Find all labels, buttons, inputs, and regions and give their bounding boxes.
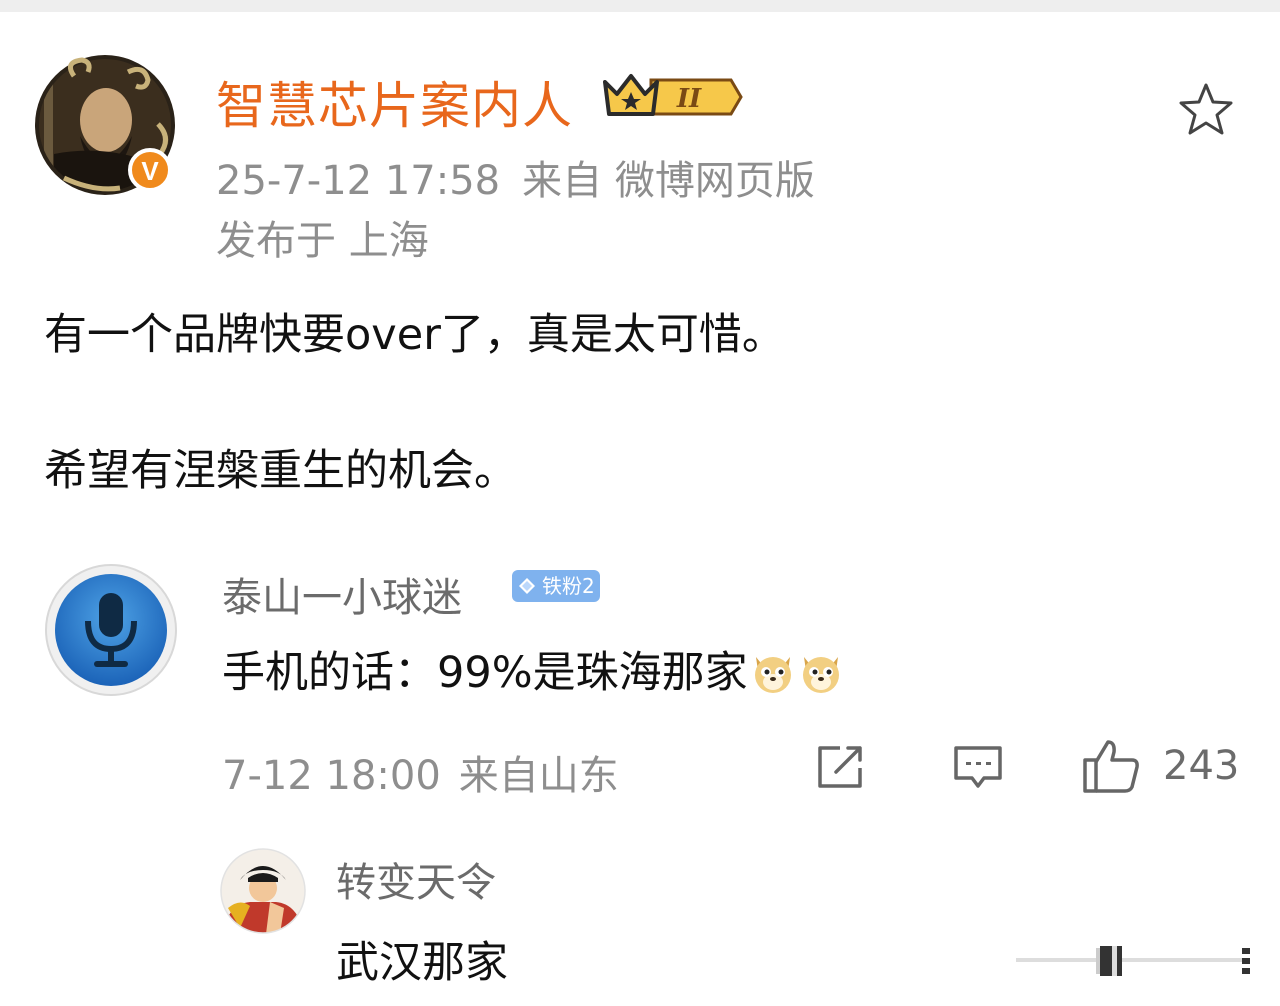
comment-meta: 7-12 18:00 来自山东	[222, 743, 619, 801]
svg-text:II: II	[676, 84, 702, 114]
post-source[interactable]: 来自 微博网页版	[522, 158, 815, 204]
verified-mark: V	[141, 156, 159, 186]
like-count: 243	[1163, 743, 1240, 789]
author-avatar[interactable]: V	[34, 54, 176, 196]
author-name[interactable]: 智慧芯片案内人	[216, 66, 573, 138]
thumbs-up-icon[interactable]	[1082, 738, 1140, 794]
commenter-name[interactable]: 泰山一小球迷	[222, 565, 462, 623]
share-icon[interactable]	[816, 744, 866, 790]
post-meta: 25-7-12 17:58 来自 微博网页版	[216, 148, 815, 206]
post-location: 发布于 上海	[216, 218, 429, 264]
comment-time: 7-12 18:00	[222, 753, 441, 799]
replier-avatar[interactable]	[220, 848, 306, 934]
comment-source: 来自山东	[458, 753, 619, 799]
reply-text: 武汉那家	[336, 938, 508, 988]
doge-emoji-icon	[754, 657, 791, 693]
comment-text: 手机的话：99%是珠海那家	[222, 638, 844, 700]
comment-icon[interactable]	[952, 744, 1004, 790]
commenter-avatar[interactable]	[44, 563, 178, 697]
star-outline-icon[interactable]	[1176, 80, 1236, 140]
doge-emoji-icon	[802, 657, 839, 693]
replier-name[interactable]: 转变天令	[336, 850, 496, 908]
watermark-bars	[1016, 946, 1250, 976]
post-time: 25-7-12 17:58	[216, 158, 501, 204]
diamond-icon	[519, 578, 535, 594]
post-text-line-2: 希望有涅槃重生的机会。	[44, 446, 517, 496]
top-strip	[0, 0, 1280, 12]
post-text-line-1: 有一个品牌快要over了，真是太可惜。	[44, 310, 785, 360]
fan-level-badge: 铁粉2	[512, 570, 600, 602]
member-crown-badge[interactable]: II	[603, 70, 743, 120]
